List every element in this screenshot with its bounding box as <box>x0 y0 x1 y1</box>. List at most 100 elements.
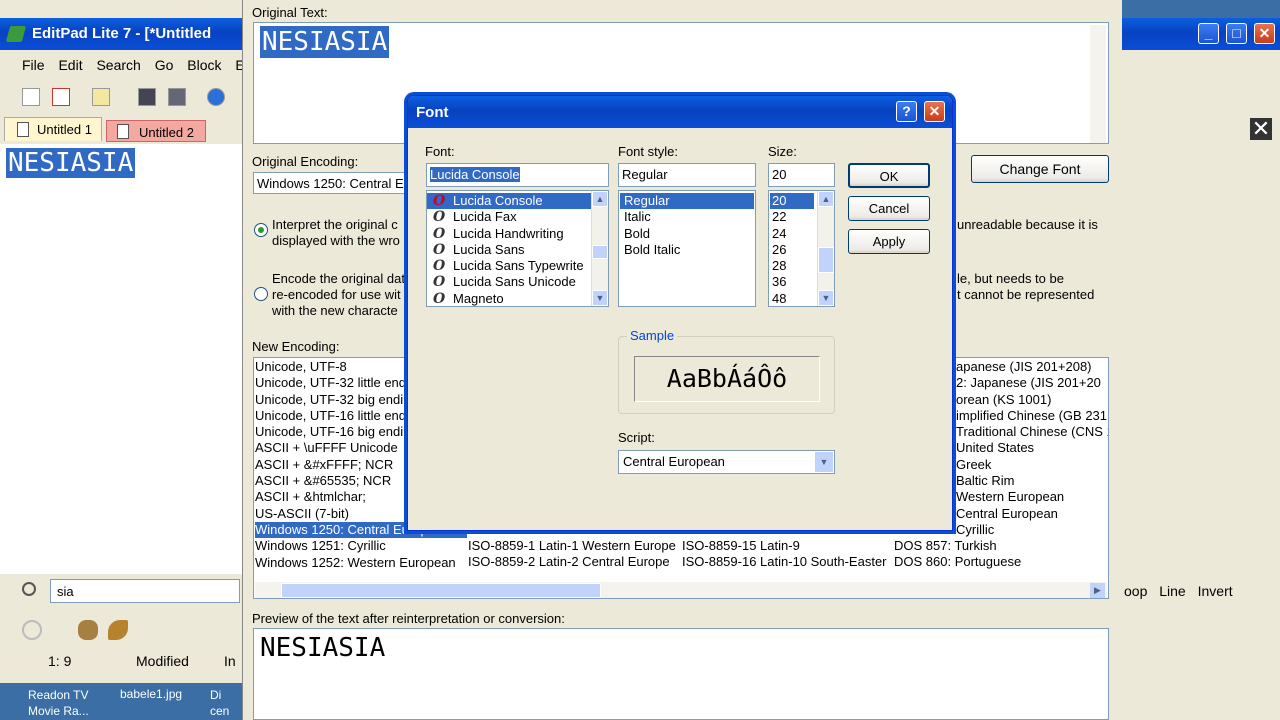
chevron-down-icon[interactable]: ▼ <box>815 452 833 472</box>
editpad-title-bar[interactable]: EditPad Lite 7 - [*Untitled <box>0 18 242 50</box>
scroll-up-arrow-icon[interactable]: ▲ <box>818 191 834 207</box>
list-item[interactable]: orean (KS 1001) <box>956 392 1108 408</box>
menu-edit[interactable]: Edit <box>58 57 82 73</box>
interpret-radio[interactable] <box>254 223 268 237</box>
list-item[interactable]: Baltic Rim <box>956 473 1108 489</box>
desktop-icon-babele[interactable]: babele1.jpg <box>120 687 182 701</box>
change-font-button[interactable]: Change Font <box>971 155 1109 183</box>
maximize-button[interactable]: □ <box>1226 23 1247 44</box>
close-button[interactable]: ✕ <box>1254 23 1275 44</box>
list-item[interactable]: Central European <box>956 506 1108 522</box>
search-options-icon[interactable] <box>22 620 42 640</box>
scroll-thumb[interactable] <box>592 245 608 259</box>
encoding-list-hscrollbar[interactable]: ▶ <box>255 582 1107 598</box>
hscroll-thumb[interactable] <box>281 583 601 598</box>
tab-untitled-1[interactable]: Untitled 1 <box>4 117 102 141</box>
size-list-scrollbar[interactable]: ▲ ▼ <box>817 191 834 306</box>
list-item[interactable]: Cyrillic <box>956 522 1108 538</box>
close-panel-icon[interactable]: ✕ <box>1250 118 1272 140</box>
list-item[interactable]: Windows 1251: Cyrillic <box>255 538 467 554</box>
list-item[interactable]: DOS 857: Turkish <box>894 538 1021 554</box>
size-item[interactable]: 24 <box>770 226 814 242</box>
font-list-item[interactable]: O Lucida Handwriting <box>427 226 592 242</box>
font-style-item[interactable]: Bold <box>620 226 754 242</box>
font-list-item[interactable]: O Lucida Sans Unicode <box>427 274 592 290</box>
menu-block[interactable]: Block <box>187 57 221 73</box>
size-item[interactable]: 36 <box>770 274 814 290</box>
desktop-icon-third[interactable]: Di cen <box>210 687 229 719</box>
script-select[interactable]: Central European ▼ <box>618 450 835 474</box>
list-item[interactable]: Windows 1252: Western European <box>255 555 467 571</box>
scroll-up-arrow-icon[interactable]: ▲ <box>592 191 608 207</box>
option-invert[interactable]: Invert <box>1198 583 1233 599</box>
font-style-item[interactable]: Bold Italic <box>620 242 754 258</box>
option-loop[interactable]: oop <box>1124 583 1147 599</box>
original-encoding-select[interactable]: Windows 1250: Central E <box>253 172 413 194</box>
feather-icon[interactable] <box>108 620 128 640</box>
list-item[interactable]: DOS 860: Portuguese <box>894 554 1021 570</box>
font-list-item[interactable]: O Lucida Sans Typewrite <box>427 258 592 274</box>
scroll-down-arrow-icon[interactable]: ▼ <box>592 290 608 306</box>
list-item[interactable]: Western European <box>956 489 1108 505</box>
font-dialog-title-bar[interactable]: Font ? ✕ <box>408 96 952 128</box>
scroll-right-arrow-icon[interactable]: ▶ <box>1090 583 1105 598</box>
menu-search[interactable]: Search <box>96 57 140 73</box>
font-list-item[interactable]: O Magneto <box>427 291 592 306</box>
apply-button[interactable]: Apply <box>848 229 930 254</box>
minimize-button[interactable]: _ <box>1198 23 1219 44</box>
open-file-icon[interactable] <box>92 88 110 106</box>
preview-box[interactable]: NESIASIA <box>253 628 1109 720</box>
save-all-icon[interactable] <box>168 88 186 106</box>
help-button[interactable]: ? <box>896 101 917 122</box>
font-list-item[interactable]: O Lucida Console <box>427 193 592 210</box>
font-list-scrollbar[interactable]: ▲ ▼ <box>591 191 608 306</box>
mascot-icon[interactable] <box>78 620 98 640</box>
menu-go[interactable]: Go <box>155 57 174 73</box>
list-item[interactable]: ISO-8859-1 Latin-1 Western Europe <box>468 538 676 554</box>
list-item[interactable]: Traditional Chinese (CNS 1 <box>956 424 1108 440</box>
option-line[interactable]: Line <box>1159 583 1185 599</box>
list-item[interactable]: ISO-8859-15 Latin-9 <box>682 538 887 554</box>
font-style-input[interactable]: Regular <box>618 163 756 187</box>
list-item[interactable]: ISO-8859-2 Latin-2 Central Europe <box>468 554 676 570</box>
size-item[interactable]: 48 <box>770 291 814 306</box>
tab-untitled-2[interactable]: Untitled 2 <box>106 120 206 142</box>
list-item[interactable]: implified Chinese (GB 231 <box>956 408 1108 424</box>
desktop-icon-readon[interactable]: Readon TV Movie Ra... <box>28 687 89 719</box>
font-list-item[interactable]: O Lucida Fax <box>427 209 592 225</box>
font-style-list[interactable]: Regular Italic Bold Bold Italic <box>618 190 756 307</box>
search-input[interactable]: sia <box>50 579 240 603</box>
scroll-down-arrow-icon[interactable]: ▼ <box>818 290 834 306</box>
search-toolbar <box>0 612 242 646</box>
new-file-icon[interactable] <box>22 88 40 106</box>
ok-button[interactable]: OK <box>848 163 930 188</box>
font-style-item[interactable]: Italic <box>620 209 754 225</box>
list-item[interactable]: ISO-8859-16 Latin-10 South-Easter <box>682 554 887 570</box>
desktop-strip: Readon TV Movie Ra... babele1.jpg Di cen <box>0 683 242 720</box>
size-item[interactable]: 26 <box>770 242 814 258</box>
font-list-item[interactable]: O Lucida Sans <box>427 242 592 258</box>
editpad-editor[interactable]: NESIASIA <box>0 144 242 574</box>
search-icon[interactable] <box>22 582 36 596</box>
encode-radio[interactable] <box>254 287 268 301</box>
original-text-scrollbar[interactable] <box>1090 25 1106 143</box>
size-item[interactable]: 22 <box>770 209 814 225</box>
undo-icon[interactable] <box>207 88 225 106</box>
size-item[interactable]: 20 <box>770 193 814 210</box>
size-list[interactable]: 20 22 24 26 28 36 48 ▲ ▼ <box>768 190 835 307</box>
list-item[interactable]: Greek <box>956 457 1108 473</box>
cancel-button[interactable]: Cancel <box>848 196 930 221</box>
list-item[interactable]: apanese (JIS 201+208) <box>956 359 1108 375</box>
menu-file[interactable]: File <box>22 57 45 73</box>
close-file-icon[interactable] <box>52 88 70 106</box>
list-item[interactable]: 2: Japanese (JIS 201+20 <box>956 375 1108 391</box>
font-name-input[interactable]: Lucida Console <box>426 163 609 187</box>
size-input[interactable]: 20 <box>768 163 835 187</box>
size-item[interactable]: 28 <box>770 258 814 274</box>
list-item[interactable]: United States <box>956 440 1108 456</box>
font-style-item[interactable]: Regular <box>620 193 754 210</box>
close-icon[interactable]: ✕ <box>924 101 945 122</box>
save-icon[interactable] <box>138 88 156 106</box>
font-list[interactable]: O Lucida Console O Lucida Fax O Lucida Handwr… <box>426 190 609 307</box>
scroll-thumb[interactable] <box>818 247 834 273</box>
